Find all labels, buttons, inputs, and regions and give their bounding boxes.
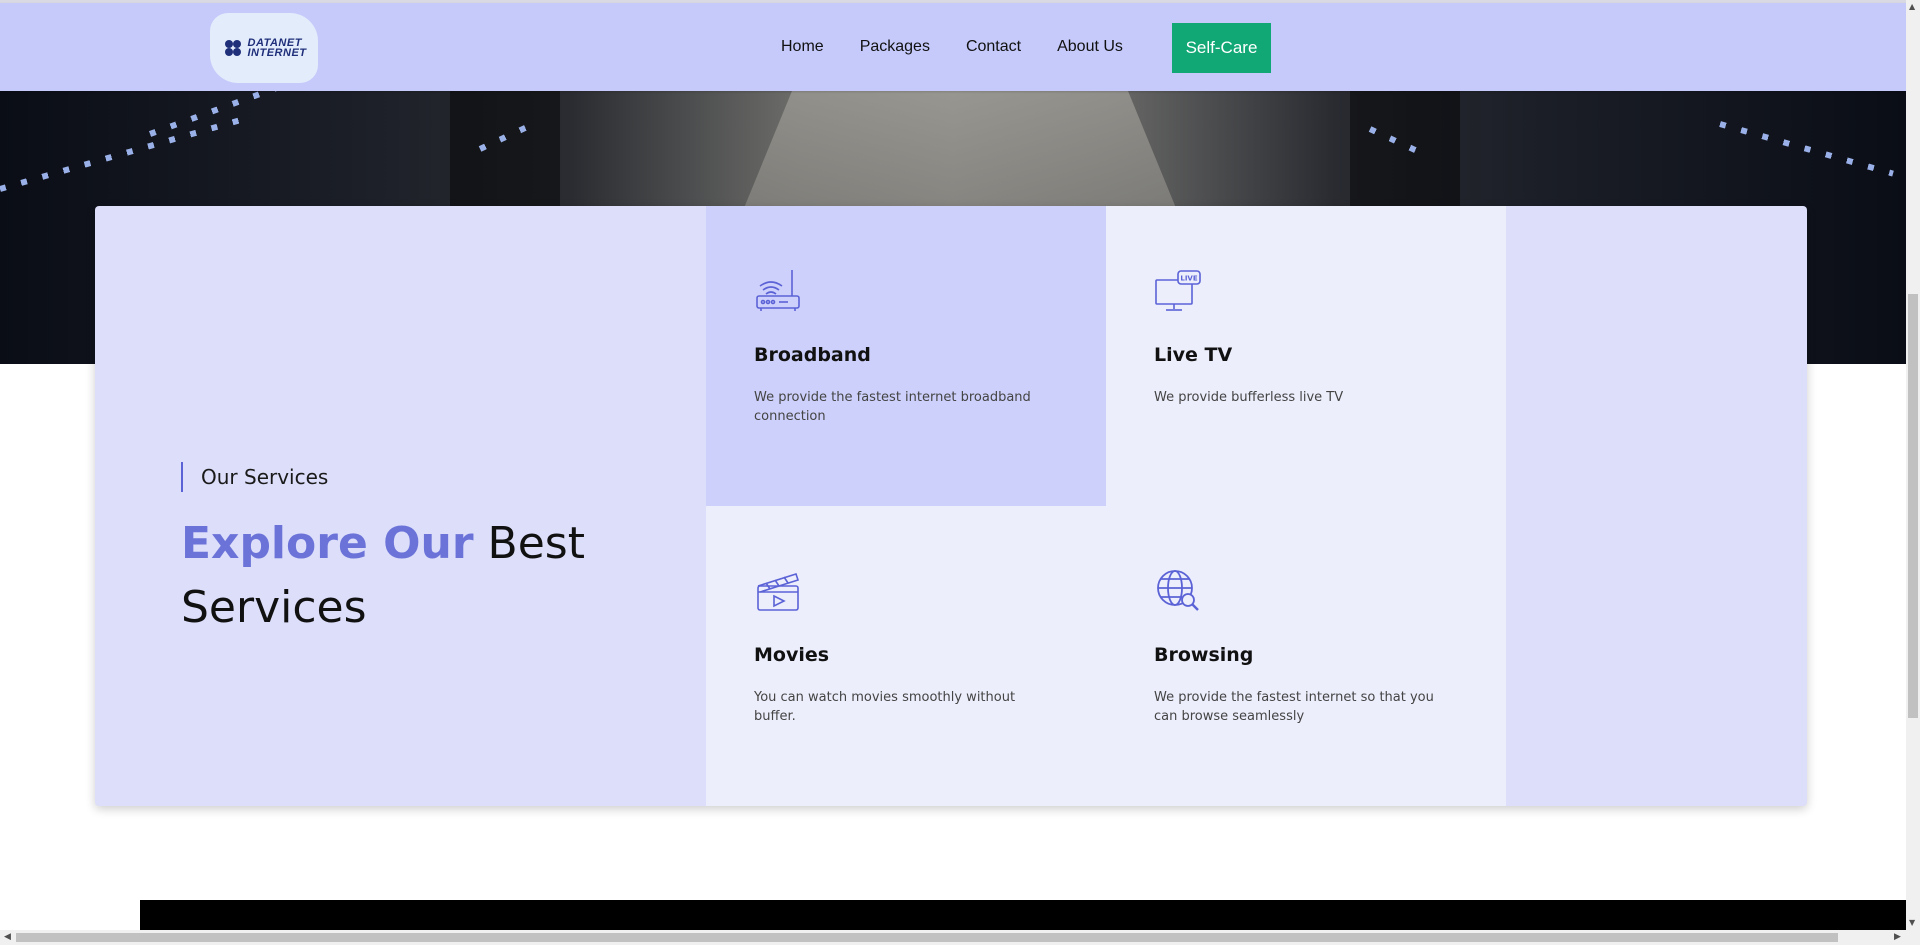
nav-home[interactable]: Home	[781, 38, 824, 56]
next-section-dark	[0, 900, 1906, 930]
service-card-browsing[interactable]: Browsing We provide the fastest internet…	[1106, 506, 1506, 806]
main-nav: Home Packages Contact About Us	[781, 38, 1159, 56]
service-title: Browsing	[1154, 644, 1254, 666]
service-description: We provide bufferless live TV	[1154, 390, 1344, 405]
scroll-left-icon[interactable]: ◀	[4, 932, 11, 942]
services-heading: Explore Our Best Services	[181, 512, 621, 640]
logo-mark-icon	[224, 40, 241, 56]
nav-about-us[interactable]: About Us	[1057, 38, 1123, 56]
service-card-movies[interactable]: Movies You can watch movies smoothly wit…	[706, 506, 1106, 806]
services-section: Our Services Explore Our Best Services B…	[95, 206, 1807, 806]
nav-contact[interactable]: Contact	[966, 38, 1021, 56]
service-title: Live TV	[1154, 344, 1233, 366]
scroll-down-icon[interactable]: ▼	[1909, 918, 1915, 927]
scroll-up-icon[interactable]: ▲	[1909, 2, 1915, 11]
brand-logo[interactable]: DATANET INTERNET	[210, 13, 318, 83]
hero-server-lights	[0, 114, 251, 192]
service-title: Broadband	[754, 344, 871, 366]
logo-text: DATANET INTERNET	[247, 38, 307, 59]
service-title: Movies	[754, 644, 830, 666]
hero-server-lights	[1719, 121, 1894, 177]
logo-line-2: INTERNET	[247, 47, 307, 59]
live-tv-icon: LIVE	[1155, 270, 1201, 311]
router-icon	[756, 270, 800, 311]
service-card-live-tv[interactable]: LIVE Live TV We provide bufferless live …	[1106, 206, 1506, 506]
services-intro: Our Services Explore Our Best Services	[181, 462, 621, 640]
services-grid: Broadband We provide the fastest interne…	[706, 206, 1506, 806]
globe-search-icon	[1157, 570, 1199, 611]
nav-packages[interactable]: Packages	[860, 38, 930, 56]
live-badge-text: LIVE	[1180, 275, 1197, 283]
services-heading-accent: Explore Our	[181, 518, 474, 569]
services-eyebrow: Our Services	[181, 462, 621, 492]
clapperboard-icon	[757, 573, 800, 611]
site-header: DATANET INTERNET Home Packages Contact A…	[0, 3, 1906, 91]
service-description: You can watch movies smoothly without bu…	[754, 690, 1016, 724]
service-description: We provide the fastest internet so that …	[1154, 690, 1434, 724]
scroll-right-icon[interactable]: ▶	[1894, 932, 1901, 942]
next-section-corner	[0, 900, 140, 930]
horizontal-scrollbar[interactable]: ◀ ▶	[0, 930, 1920, 945]
self-care-button[interactable]: Self-Care	[1172, 23, 1271, 73]
vertical-scrollbar[interactable]: ▲ ▼	[1906, 0, 1920, 930]
hero-server-lights	[148, 91, 302, 137]
service-card-broadband[interactable]: Broadband We provide the fastest interne…	[706, 206, 1106, 506]
service-description: We provide the fastest internet broadban…	[754, 390, 1031, 424]
horizontal-scroll-thumb[interactable]	[16, 933, 1838, 942]
vertical-scroll-thumb[interactable]	[1908, 294, 1918, 718]
